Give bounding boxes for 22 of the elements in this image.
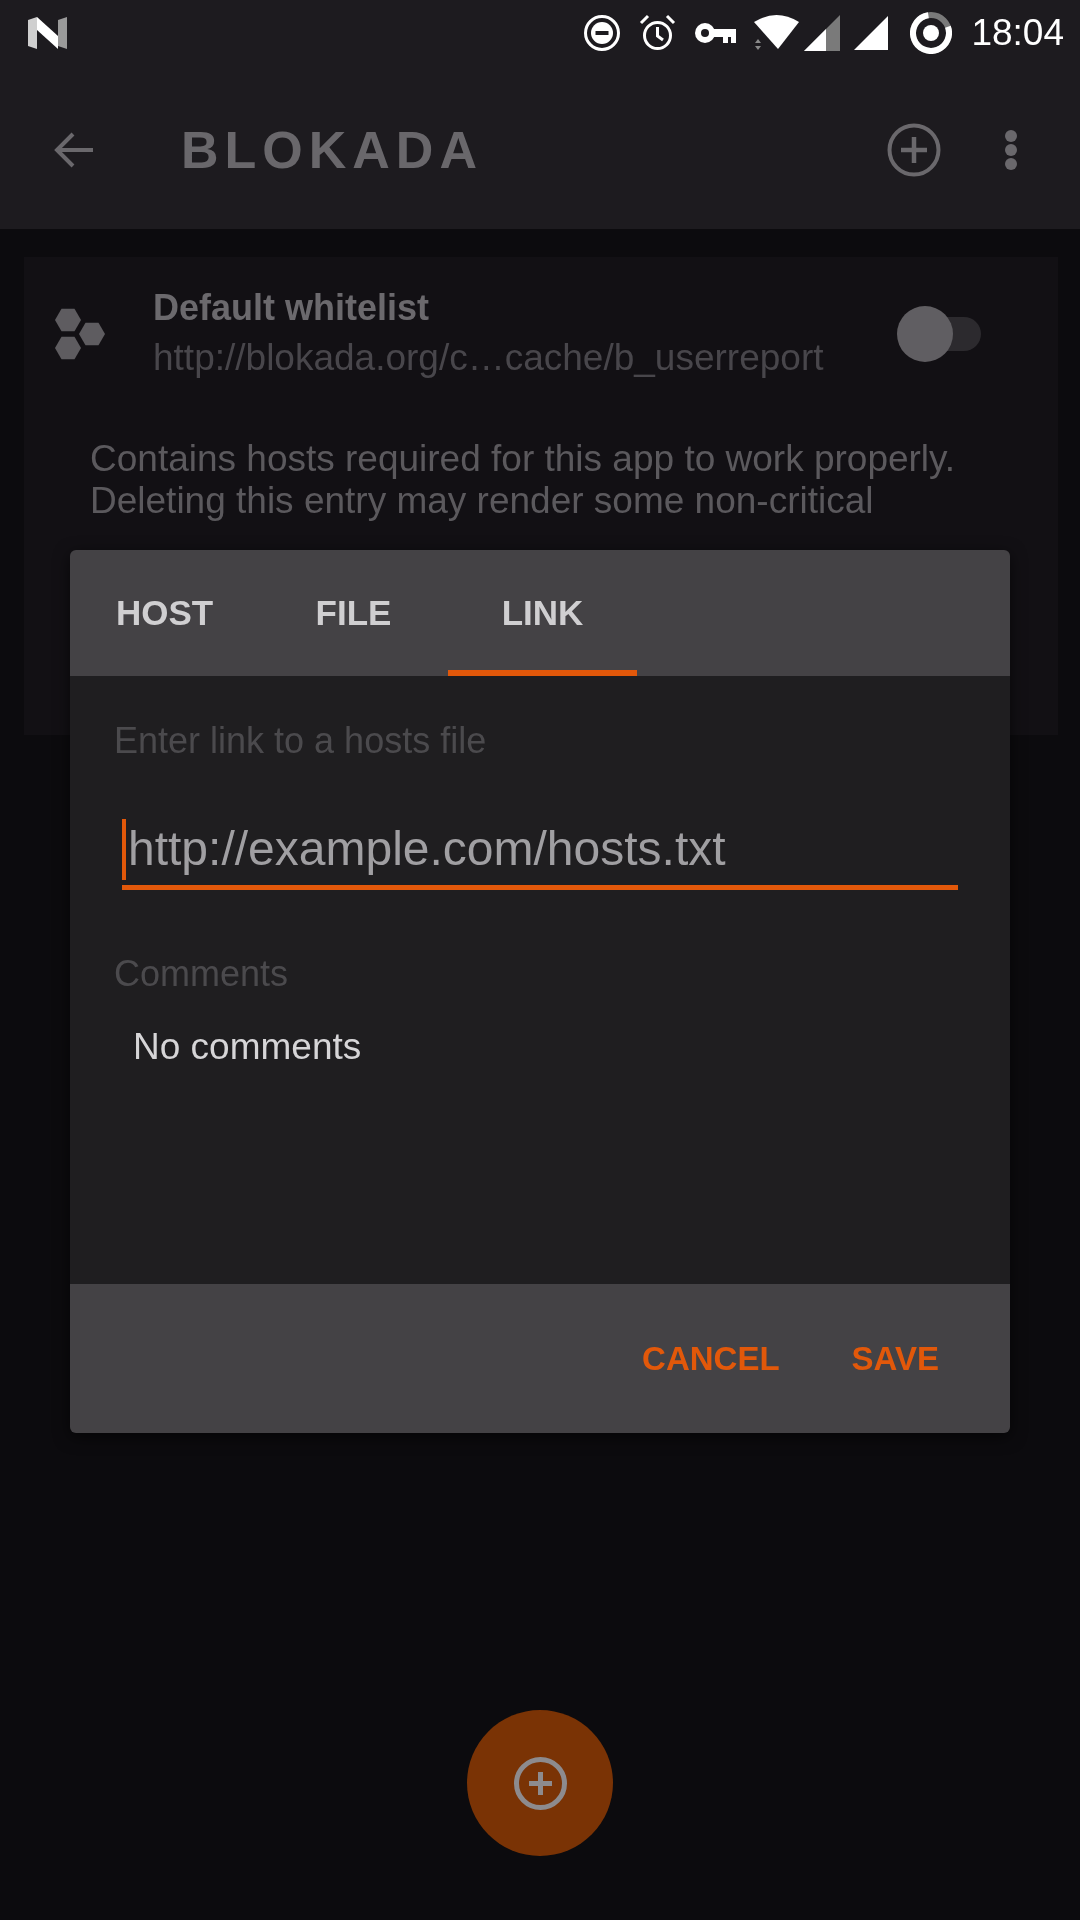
battery-ring-icon — [910, 11, 953, 54]
hexagons-icon — [55, 306, 105, 361]
minus-circle-icon — [584, 14, 621, 51]
link-input-field[interactable]: http://example.com/hosts.txt — [122, 817, 958, 890]
signal-icon — [854, 15, 889, 50]
toggle-switch[interactable] — [897, 305, 981, 362]
list-description: Contains hosts required for this app to work properly. Deleting this entry may render some non-critical — [90, 438, 957, 522]
alarm-clock-icon — [639, 14, 677, 51]
overflow-menu-icon[interactable] — [1004, 128, 1018, 171]
list-title: Default whitelist — [153, 288, 430, 328]
app-title: BLOKADA — [181, 119, 483, 180]
key-icon — [694, 20, 737, 45]
comments-text: No comments — [133, 1026, 362, 1068]
text-cursor-icon — [122, 818, 126, 880]
tab[interactable]: FILE — [259, 550, 448, 676]
wifi-icon — [754, 14, 800, 51]
tab[interactable]: HOST — [70, 550, 259, 676]
plus-circle-icon — [513, 1756, 567, 1810]
signal-icon — [804, 14, 841, 51]
clock-time: 18:04 — [971, 11, 1064, 54]
plus-circle-icon[interactable] — [887, 122, 941, 177]
letter-n-icon — [28, 16, 67, 49]
